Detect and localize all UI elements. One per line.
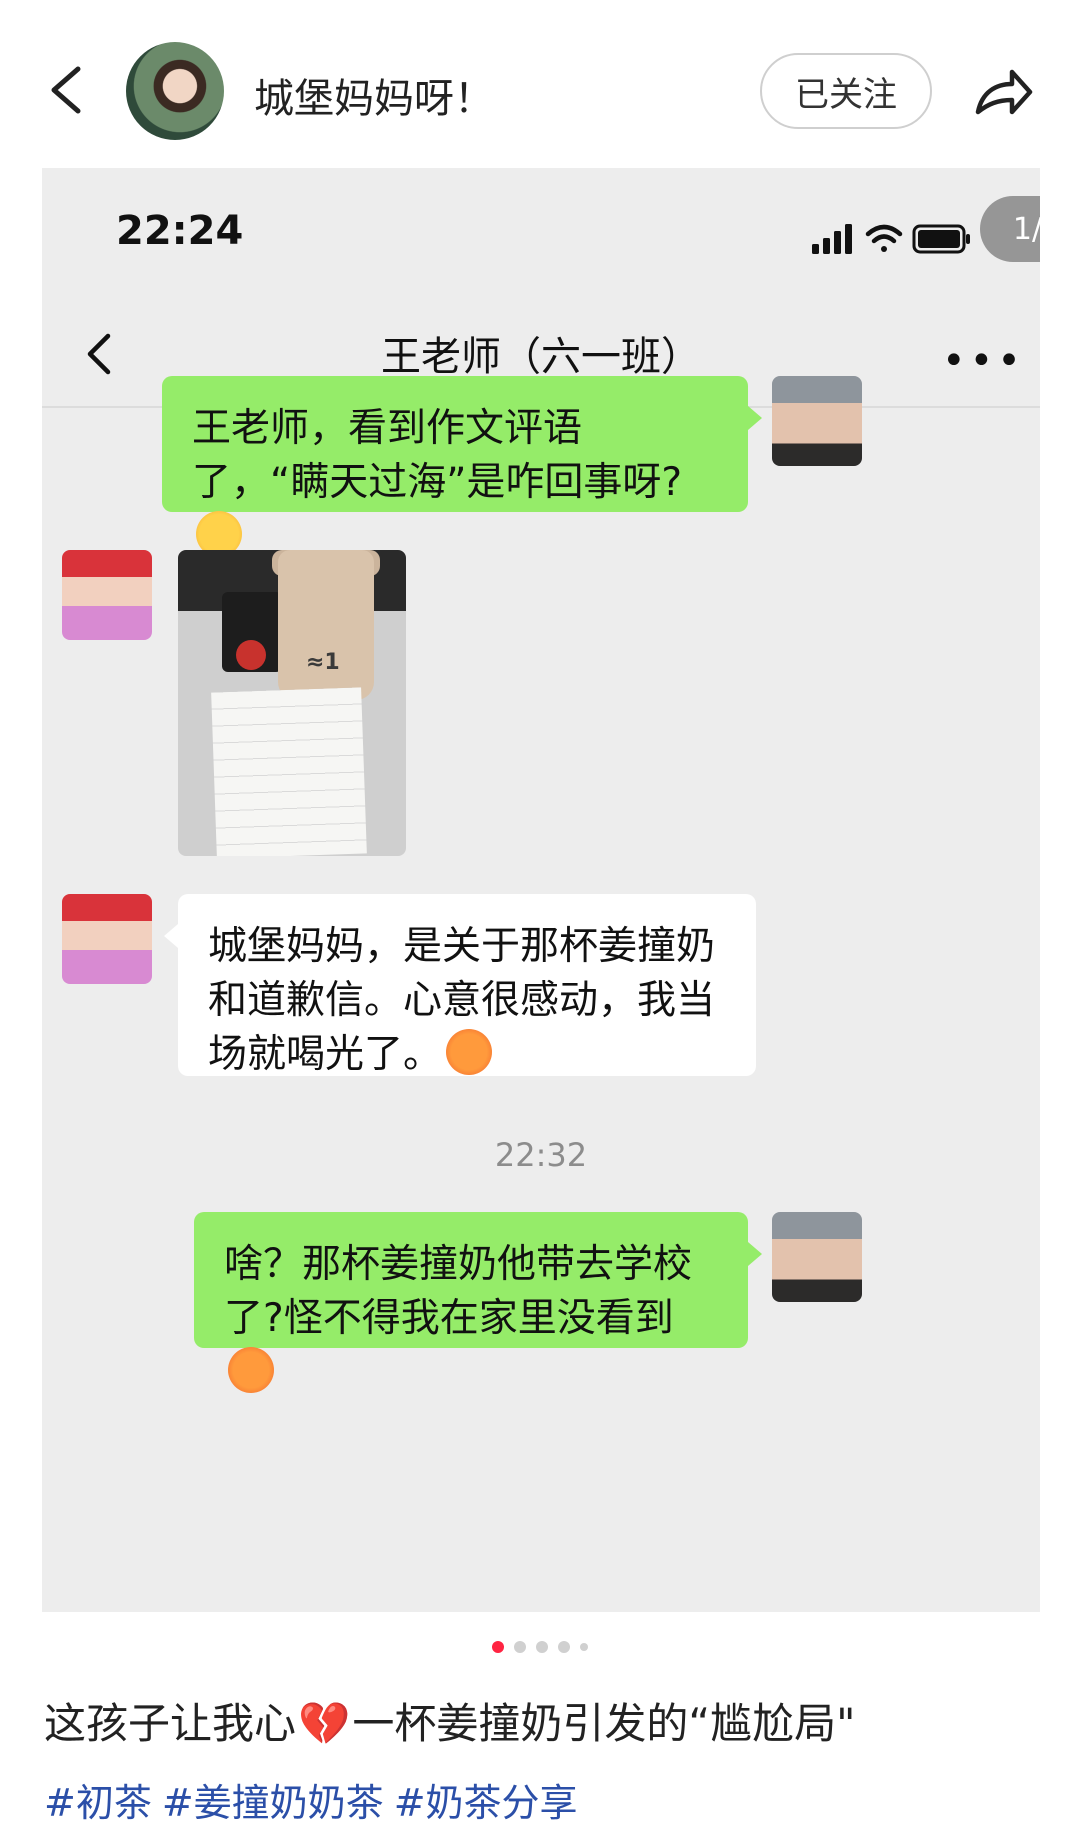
signal-icon (812, 224, 852, 254)
post-title-part: 一杯姜撞奶引发的“尴尬局" (352, 1699, 856, 1748)
author-avatar[interactable] (126, 42, 224, 140)
share-button[interactable] (968, 58, 1038, 128)
message-bubble-received: 城堡妈妈，是关于那杯姜撞奶和道歉信。心意很感动，我当场就喝光了。 (164, 894, 756, 1077)
post-title-part: 这孩子让我心 (44, 1699, 297, 1748)
follow-button[interactable]: 已关注 (760, 53, 932, 129)
message-bubble-sent: 王老师，看到作文评语了，“瞒天过海”是咋回事呀? (162, 376, 762, 557)
carousel-dot[interactable] (536, 1640, 548, 1653)
share-icon (975, 69, 1033, 115)
message-text: 啥？那杯姜撞奶他带去学校了?怪不得我在家里没看到 (224, 1242, 693, 1341)
message-text: 王老师，看到作文评语了，“瞒天过海”是咋回事呀? (192, 406, 683, 505)
broken-heart-icon: 💔 (298, 1699, 351, 1748)
status-bar-icons (812, 224, 970, 254)
chevron-left-icon (51, 66, 81, 114)
top-app-bar: 城堡妈妈呀！ 已关注 (0, 0, 1080, 170)
hashtag-link[interactable]: #初茶 (44, 1781, 152, 1825)
chat-photo: ≈1 (178, 550, 406, 856)
battery-icon (912, 224, 970, 254)
letter-paper (211, 687, 367, 856)
wifi-icon (865, 224, 903, 252)
avatar (62, 550, 152, 640)
author-name[interactable]: 城堡妈妈呀！ (254, 66, 494, 124)
carousel-dot[interactable] (558, 1640, 570, 1653)
avatar (772, 376, 862, 466)
cup (278, 550, 374, 700)
cup-logo: ≈1 (306, 650, 340, 675)
post-image[interactable]: 22:24 1/6 王老师（六一班） ••• (42, 168, 1040, 1612)
carousel-dot[interactable] (492, 1640, 504, 1653)
carousel-dot[interactable] (580, 1642, 588, 1651)
more-icon: ••• (942, 338, 1025, 384)
hashtag-link[interactable]: #姜撞奶奶茶 (162, 1781, 384, 1825)
carousel-indicator (0, 1636, 1080, 1653)
status-time: 22:24 (116, 208, 244, 254)
message-bubble-sent: 啥？那杯姜撞奶他带去学校了?怪不得我在家里没看到 (194, 1212, 762, 1393)
sticker (236, 640, 266, 670)
time-separator: 22:32 (494, 1136, 588, 1174)
post-title: 这孩子让我心💔一杯姜撞奶引发的“尴尬局" (44, 1690, 855, 1751)
avatar (772, 1212, 862, 1302)
hashtag-link[interactable]: #奶茶分享 (394, 1781, 578, 1825)
carousel-dot[interactable] (514, 1640, 526, 1653)
image-page-counter: 1/6 (980, 196, 1040, 262)
chat-title: 王老师（六一班） (381, 334, 701, 380)
avatar (62, 894, 152, 984)
anxious-face-sweat-icon (446, 1029, 493, 1075)
chat-header: 22:24 1/6 王老师（六一班） ••• (42, 168, 1040, 406)
post-tags: #初茶 #姜撞奶奶茶 #奶茶分享 (44, 1772, 588, 1827)
anxious-face-sweat-icon (228, 1347, 274, 1393)
back-button[interactable] (40, 55, 100, 125)
